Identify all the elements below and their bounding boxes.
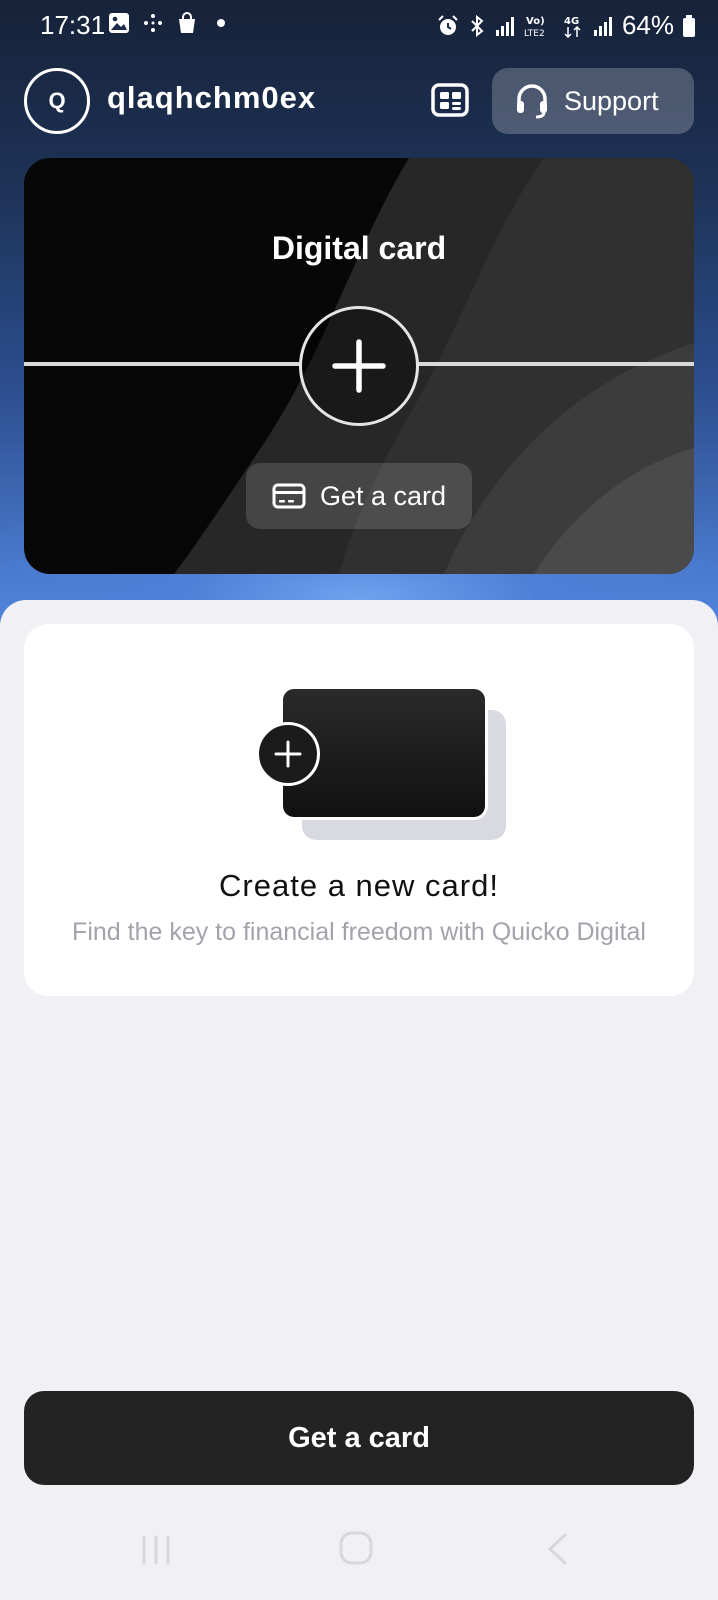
scan-card-icon[interactable] [430, 80, 470, 120]
battery-icon [683, 14, 695, 37]
promo-subtitle: Find the key to financial freedom with Q… [72, 918, 646, 946]
system-navigation-bar [0, 1510, 718, 1600]
avatar[interactable]: Q [24, 68, 90, 134]
status-notification-icons [108, 12, 232, 34]
card-divider-left [24, 362, 300, 366]
promo-title: Create a new card! [219, 868, 499, 903]
alarm-icon [438, 14, 458, 35]
back-icon[interactable] [545, 1532, 569, 1566]
volte-icon: Vo) LTE2 [524, 16, 545, 39]
get-card-button[interactable]: Get a card [24, 1391, 694, 1485]
dot-icon [217, 19, 225, 27]
image-icon [109, 13, 129, 33]
bag-icon [179, 12, 195, 33]
headset-icon [517, 84, 547, 119]
home-icon[interactable] [338, 1530, 374, 1566]
support-label: Support [564, 85, 659, 116]
support-button[interactable]: Support [492, 68, 694, 134]
signal-icon [593, 16, 612, 36]
svg-text:LTE2: LTE2 [524, 29, 545, 39]
plus-circle-icon [256, 722, 320, 786]
digital-card[interactable]: Digital card Get a card [24, 158, 694, 574]
add-card-button[interactable] [299, 306, 419, 426]
card-divider-right [418, 362, 694, 366]
bottom-sheet: Create a new card! Find the key to finan… [0, 600, 718, 1600]
svg-text:4G: 4G [564, 16, 579, 27]
username: qlaqhchm0ex [107, 80, 317, 115]
get-card-chip-label: Get a card [319, 480, 447, 511]
sparkle-icon [144, 14, 162, 32]
4g-icon: 4G [564, 16, 581, 38]
avatar-letter: Q [48, 88, 66, 113]
plus-icon [332, 339, 386, 393]
create-card-promo[interactable]: Create a new card! Find the key to finan… [24, 624, 694, 996]
plus-icon [274, 740, 302, 768]
credit-card-icon [272, 483, 306, 509]
status-bar: 17:31 Vo) LTE2 4G 64% [0, 0, 718, 50]
digital-card-title: Digital card [271, 230, 447, 266]
signal-icon [495, 16, 514, 36]
status-system-icons: Vo) LTE2 4G 64% [436, 10, 696, 41]
status-time: 17:31 [40, 10, 106, 40]
get-card-button-label: Get a card [288, 1421, 430, 1454]
bluetooth-icon [471, 14, 484, 37]
get-card-chip-button[interactable]: Get a card [246, 463, 472, 529]
svg-text:Vo): Vo) [526, 16, 545, 27]
battery-percentage: 64% [621, 10, 674, 40]
card-stack-illustration [256, 686, 510, 846]
recent-apps-icon[interactable] [140, 1534, 172, 1566]
